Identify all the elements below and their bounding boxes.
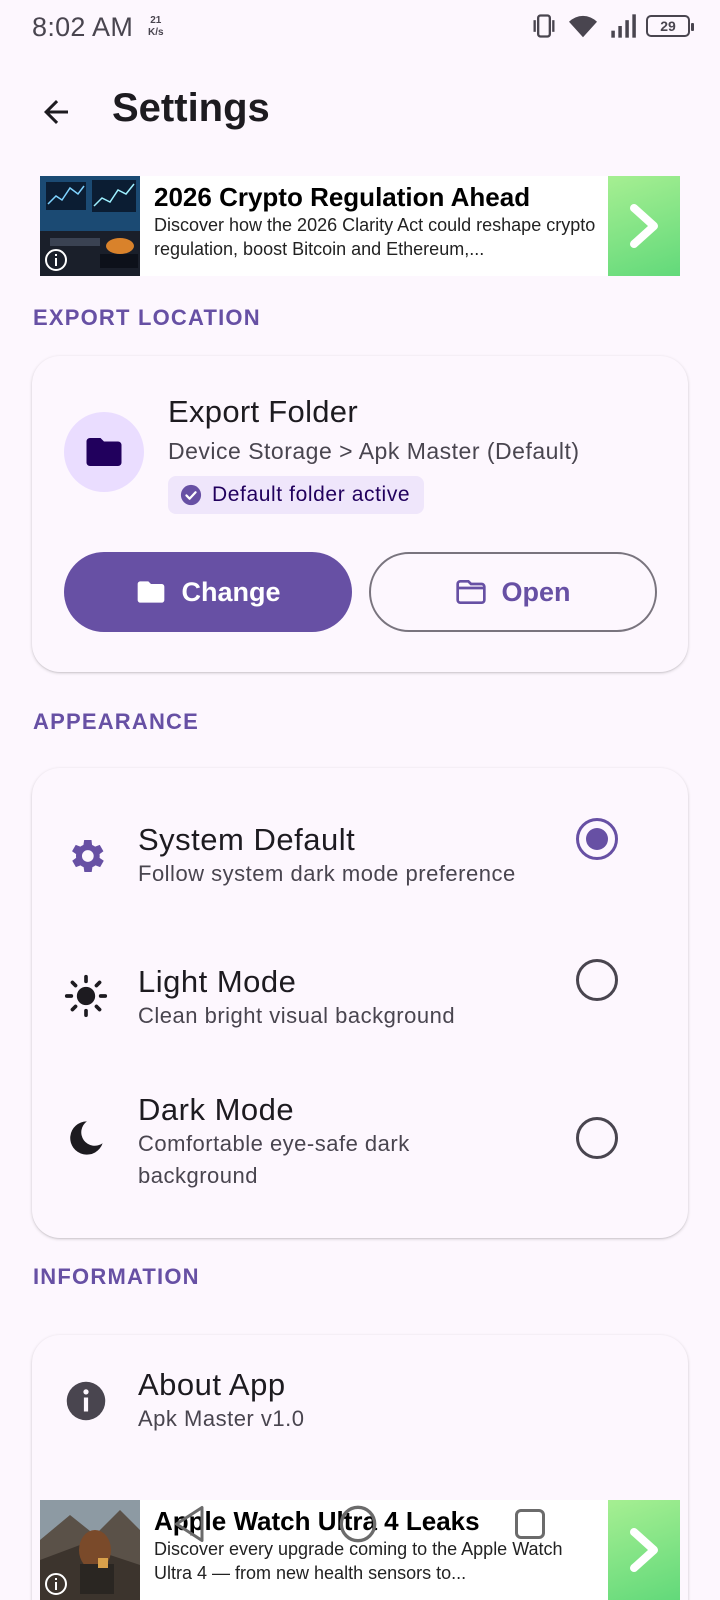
network-speed-unit: K/s <box>148 27 164 38</box>
top-app-bar: Settings <box>0 72 720 152</box>
export-folder-title: Export Folder <box>168 394 358 429</box>
system-nav-bar <box>0 1494 720 1554</box>
default-folder-chip: Default folder active <box>168 476 425 514</box>
settings-screen: 8:02 AM 21 K/s 29 Settings 2026 Crypto R… <box>0 0 720 1600</box>
vibrate-icon <box>533 14 555 38</box>
option-subtitle: Follow system dark mode preference <box>138 861 516 886</box>
section-header-export: EXPORT LOCATION <box>33 305 261 330</box>
sun-icon <box>62 972 110 1020</box>
ad-info-icon[interactable] <box>44 248 68 272</box>
arrow-left-icon <box>44 100 68 124</box>
ad-description: Discover how the 2026 Clarity Act could … <box>154 215 596 259</box>
export-folder-path: Device Storage > Apk Master (Default) <box>168 438 580 464</box>
folder-icon <box>86 438 122 466</box>
section-header-information: INFORMATION <box>33 1264 200 1289</box>
chevron-right-icon <box>630 204 658 248</box>
battery-level: 29 <box>660 18 676 34</box>
option-title: Light Mode <box>138 964 297 999</box>
radio-light-mode[interactable] <box>576 959 618 1001</box>
folder-avatar <box>64 412 144 492</box>
ad-banner-top[interactable]: 2026 Crypto Regulation Ahead Discover ho… <box>40 176 680 276</box>
chip-label: Default folder active <box>212 483 411 506</box>
battery-icon: 29 <box>646 15 694 37</box>
nav-home-icon[interactable] <box>338 1504 378 1544</box>
check-circle-icon <box>180 484 202 506</box>
option-subtitle: Clean bright visual background <box>138 1003 456 1028</box>
ad-image-trading <box>40 176 140 276</box>
status-time: 8:02 AM <box>32 12 134 42</box>
folder-icon <box>138 581 165 603</box>
status-icons: 29 <box>530 12 694 40</box>
about-app-row[interactable]: About App Apk Master v1.0 <box>32 1335 688 1465</box>
change-folder-button[interactable]: Change <box>64 552 352 632</box>
ad-info-icon[interactable] <box>44 1572 68 1596</box>
section-header-appearance: APPEARANCE <box>33 709 200 734</box>
radio-dark-mode[interactable] <box>576 1117 618 1159</box>
appearance-card: System Default Follow system dark mode p… <box>32 768 688 1238</box>
theme-option-system[interactable]: System Default Follow system dark mode p… <box>32 768 688 908</box>
ad-cta-button[interactable] <box>608 176 680 276</box>
info-icon <box>62 1377 110 1425</box>
about-app-version: Apk Master v1.0 <box>138 1406 305 1431</box>
radio-system-default[interactable] <box>576 818 618 860</box>
nav-back-icon[interactable] <box>172 1504 208 1544</box>
ad-title: 2026 Crypto Regulation Ahead <box>154 182 531 212</box>
network-speed: 21 K/s <box>148 15 164 39</box>
settings-brightness-icon <box>62 832 110 880</box>
about-app-title: About App <box>138 1367 286 1402</box>
ad-text: 2026 Crypto Regulation Ahead Discover ho… <box>140 176 608 276</box>
option-subtitle: Comfortable eye-safe dark background <box>138 1131 410 1188</box>
option-title: Dark Mode <box>138 1092 295 1127</box>
status-bar: 8:02 AM 21 K/s 29 <box>0 0 720 60</box>
export-card: Export Folder Device Storage > Apk Maste… <box>32 356 688 672</box>
option-title: System Default <box>138 822 356 857</box>
moon-icon <box>62 1114 110 1162</box>
theme-option-light[interactable]: Light Mode Clean bright visual backgroun… <box>32 928 688 1058</box>
folder-outline-icon <box>456 580 487 604</box>
back-button[interactable] <box>28 84 84 140</box>
network-speed-value: 21 <box>150 15 162 26</box>
wifi-icon <box>569 15 597 38</box>
page-title: Settings <box>112 86 270 130</box>
theme-option-dark[interactable]: Dark Mode Comfortable eye-safe dark back… <box>32 1068 688 1228</box>
open-button-label: Open <box>501 576 571 607</box>
change-button-label: Change <box>181 576 281 607</box>
nav-recents-icon[interactable] <box>512 1506 548 1542</box>
signal-icon <box>611 14 636 38</box>
open-folder-button[interactable]: Open <box>369 552 657 632</box>
